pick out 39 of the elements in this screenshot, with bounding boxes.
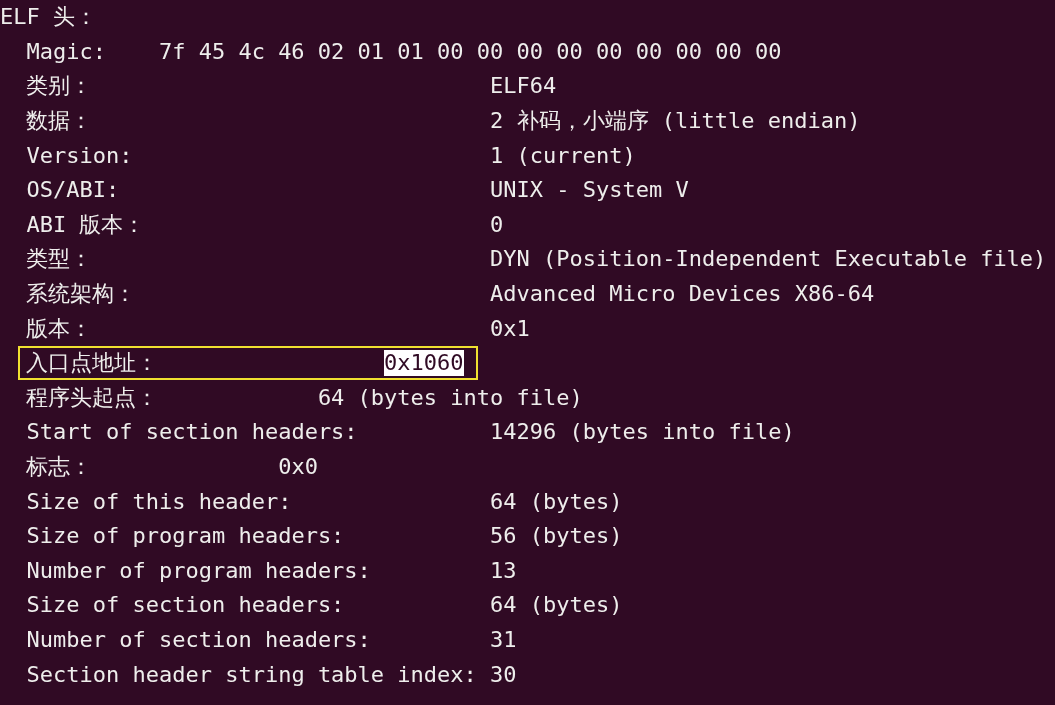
field-label: Start of section headers: <box>26 419 359 446</box>
field-value: 56 (bytes) <box>490 523 623 550</box>
field-label: 类型： <box>26 246 94 273</box>
field-label: 版本： <box>26 315 94 342</box>
field-label: Size of program headers: <box>26 523 346 550</box>
field-value: 0 <box>490 211 504 238</box>
field-label: Magic: <box>26 38 107 65</box>
section-title: ELF 头： <box>0 4 97 31</box>
field-label: Number of program headers: <box>26 557 372 584</box>
field-value: 0x1060 <box>384 350 464 377</box>
field-value: 13 <box>490 557 517 584</box>
field-value: 0x0 <box>278 454 318 480</box>
field-value: DYN (Position-Independent Executable file) <box>490 246 1047 273</box>
field-label: OS/ABI: <box>26 177 121 204</box>
field-value: 64 (bytes) <box>490 488 623 515</box>
field-label: 类别： <box>26 73 94 100</box>
field-value: 64 (bytes into file) <box>317 384 583 411</box>
field-label: Section header string table index: <box>26 661 478 688</box>
field-value: 7f 45 4c 46 02 01 01 00 00 00 00 00 00 00 00 00 <box>158 38 782 65</box>
field-value: UNIX - System V <box>490 177 689 204</box>
field-value: 1 (current) <box>490 142 636 169</box>
field-label: 程序头起点： <box>26 384 160 411</box>
field-label: Size of section headers: <box>26 592 346 619</box>
field-value: 31 <box>490 627 517 653</box>
field-label: 系统架构： <box>26 281 138 308</box>
field-value: 2 补码，小端序 (little endian) <box>490 108 861 135</box>
field-value: ELF64 <box>490 73 557 100</box>
field-value: 64 (bytes) <box>490 592 623 619</box>
field-label: 数据： <box>26 108 94 135</box>
field-label: 入口点地址： <box>26 350 160 377</box>
field-label: ABI 版本： <box>26 211 147 238</box>
field-value: Advanced Micro Devices X86-64 <box>490 281 875 308</box>
field-value: 30 <box>490 661 517 688</box>
field-label: Number of section headers: <box>26 627 372 653</box>
field-label: Version: <box>26 142 134 169</box>
field-value: 0x1 <box>490 315 530 342</box>
field-value: 14296 (bytes into file) <box>490 419 795 446</box>
field-label: 标志： <box>26 454 94 480</box>
field-label: Size of this header: <box>26 488 293 515</box>
